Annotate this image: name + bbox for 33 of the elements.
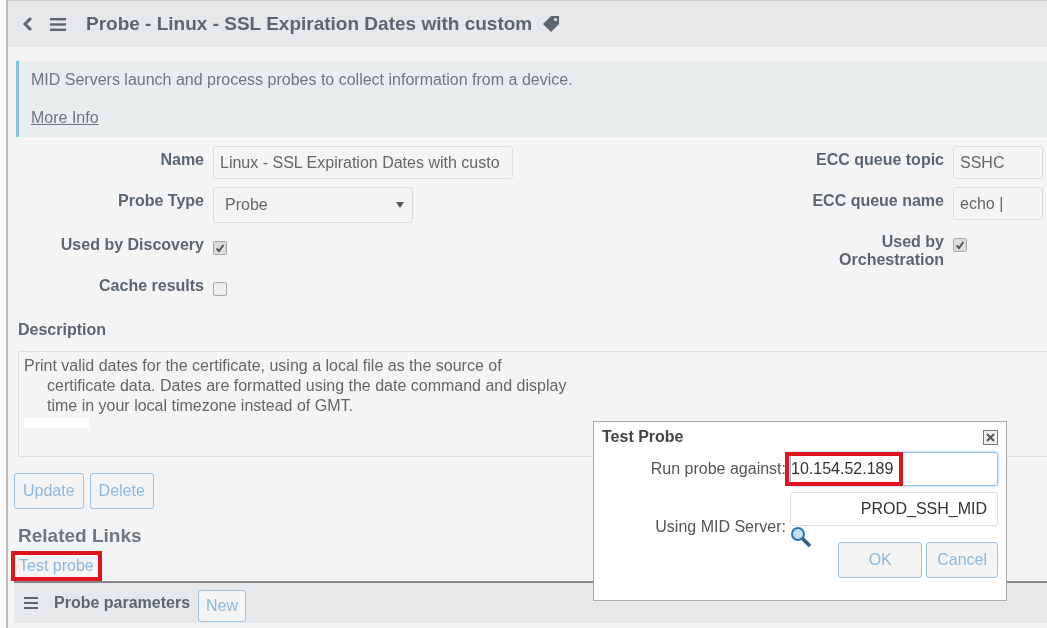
record-title: Probe - Linux - SSL Expiration Dates with custom bbox=[86, 13, 533, 35]
list-title: Probe parameters bbox=[54, 594, 191, 612]
menu-icon[interactable] bbox=[24, 597, 38, 609]
field-label: Description bbox=[18, 321, 107, 339]
section-heading: Related Links bbox=[18, 525, 142, 547]
field-label: Cache results bbox=[98, 276, 204, 295]
text-field[interactable]: Linux - SSL Expiration Dates with custo bbox=[213, 146, 513, 179]
info-text: MID Servers launch and process probes to collect information from a device. bbox=[31, 71, 574, 89]
field-label: Used by Orchestration bbox=[838, 232, 944, 269]
tag-icon[interactable] bbox=[542, 15, 561, 33]
dialog-title: Test Probe bbox=[602, 428, 684, 446]
checkbox[interactable] bbox=[213, 282, 227, 296]
select-field[interactable]: Probe bbox=[213, 187, 413, 223]
field-label: Using MID Server: bbox=[654, 517, 786, 537]
text-field[interactable]: echo | bbox=[953, 187, 1043, 220]
checkbox[interactable] bbox=[213, 241, 227, 255]
text-field[interactable]: SSHC bbox=[953, 146, 1043, 179]
field-label: Name bbox=[159, 150, 204, 169]
field-value: 10.154.52.189 bbox=[785, 452, 904, 486]
field-label: Run probe against: bbox=[649, 459, 786, 479]
caret-icon bbox=[396, 202, 404, 208]
field-label: ECC queue name bbox=[811, 191, 944, 210]
field-label: Probe Type bbox=[117, 191, 204, 210]
menu-icon[interactable] bbox=[50, 17, 66, 31]
search-icon[interactable] bbox=[790, 526, 812, 548]
close-icon[interactable] bbox=[983, 429, 998, 445]
checkbox[interactable] bbox=[953, 238, 967, 252]
text-field[interactable]: PROD_SSH_MID bbox=[790, 492, 998, 526]
field-value: PROD_SSH_MID bbox=[859, 499, 988, 519]
more-info-link[interactable]: More Info bbox=[31, 109, 99, 127]
field-label: Used by Discovery bbox=[59, 235, 204, 254]
back-icon[interactable] bbox=[22, 16, 34, 32]
field-label: ECC queue topic bbox=[815, 150, 944, 169]
